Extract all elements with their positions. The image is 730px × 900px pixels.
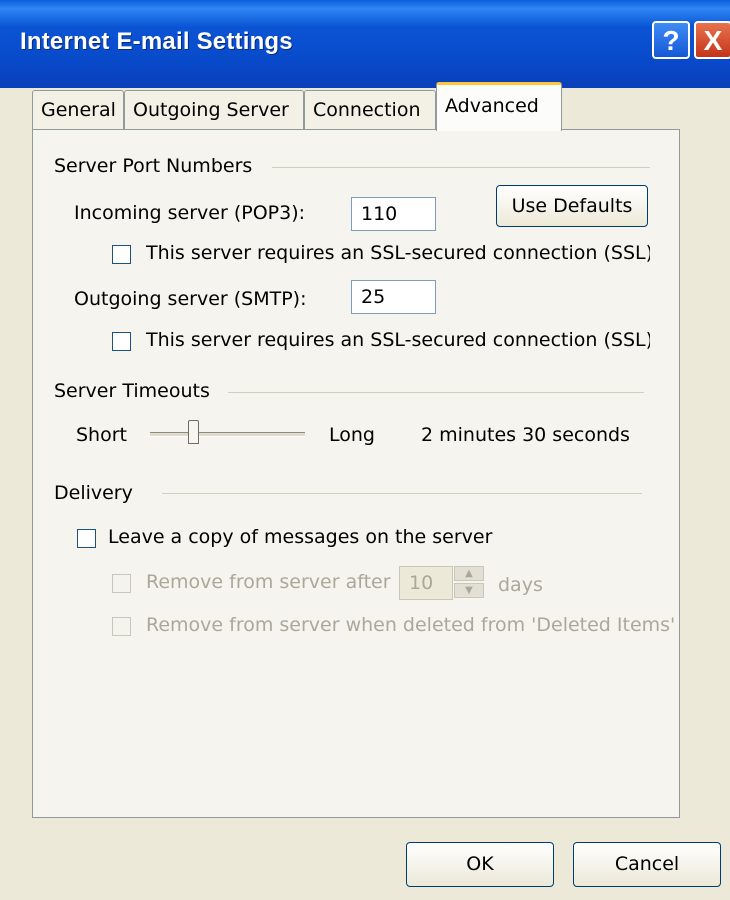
outgoing-ssl-label: This server requires an SSL-secured conn… [146, 329, 650, 351]
tab-advanced[interactable]: Advanced [436, 82, 562, 131]
cancel-label: Cancel [614, 853, 680, 875]
remove-after-label: Remove from server after [146, 571, 391, 593]
leave-copy-checkbox[interactable] [77, 529, 96, 548]
spin-down-icon[interactable]: ▼ [454, 583, 484, 598]
close-button[interactable]: X [694, 21, 730, 59]
remove-after-days-input[interactable]: 10 [399, 566, 453, 600]
tab-general-label: General [41, 99, 116, 121]
use-defaults-label: Use Defaults [511, 195, 633, 217]
outgoing-ssl-checkbox[interactable] [112, 332, 131, 351]
group-divider [272, 167, 650, 168]
use-defaults-button[interactable]: Use Defaults [496, 185, 648, 227]
days-label: days [498, 574, 543, 596]
remove-after-checkbox[interactable] [112, 574, 131, 593]
incoming-port-input[interactable]: 110 [351, 197, 436, 231]
cancel-button[interactable]: Cancel [573, 842, 721, 887]
ok-button[interactable]: OK [406, 842, 554, 887]
group-divider [162, 493, 642, 494]
timeout-value: 2 minutes 30 seconds [421, 424, 630, 446]
timeout-slider-track[interactable] [150, 432, 305, 437]
remove-deleted-label: Remove from server when deleted from 'De… [146, 614, 676, 636]
tab-advanced-label: Advanced [445, 95, 539, 117]
leave-copy-label: Leave a copy of messages on the server [108, 526, 493, 548]
help-icon: ? [662, 25, 680, 56]
advanced-panel [32, 129, 680, 818]
help-button[interactable]: ? [652, 21, 690, 59]
tab-outgoing-server[interactable]: Outgoing Server [124, 90, 304, 130]
outgoing-port-input[interactable]: 25 [351, 280, 436, 314]
title-bar[interactable]: Internet E-mail Settings ? X [0, 0, 730, 88]
incoming-server-label: Incoming server (POP3): [74, 202, 306, 224]
group-divider [228, 392, 644, 393]
tab-general[interactable]: General [32, 90, 124, 130]
close-icon: X [703, 25, 723, 56]
slider-long-label: Long [329, 424, 375, 446]
window-title: Internet E-mail Settings [20, 28, 293, 55]
incoming-ssl-checkbox[interactable] [112, 245, 131, 264]
slider-short-label: Short [76, 424, 127, 446]
group-server-timeouts: Server Timeouts [54, 380, 210, 402]
group-delivery: Delivery [54, 482, 133, 504]
tab-connection-label: Connection [313, 99, 421, 121]
remove-deleted-checkbox[interactable] [112, 617, 131, 636]
dialog-window: Internet E-mail Settings ? X General Out… [0, 0, 730, 900]
incoming-ssl-label: This server requires an SSL-secured conn… [146, 242, 650, 264]
spin-up-icon[interactable]: ▲ [454, 566, 484, 581]
outgoing-server-label: Outgoing server (SMTP): [74, 288, 307, 310]
days-spinner[interactable]: ▲ ▼ [454, 566, 484, 600]
tab-outgoing-server-label: Outgoing Server [133, 99, 289, 121]
group-server-ports: Server Port Numbers [54, 155, 253, 177]
tab-connection[interactable]: Connection [304, 90, 436, 130]
ok-label: OK [466, 853, 494, 875]
timeout-slider-thumb[interactable] [188, 420, 199, 444]
